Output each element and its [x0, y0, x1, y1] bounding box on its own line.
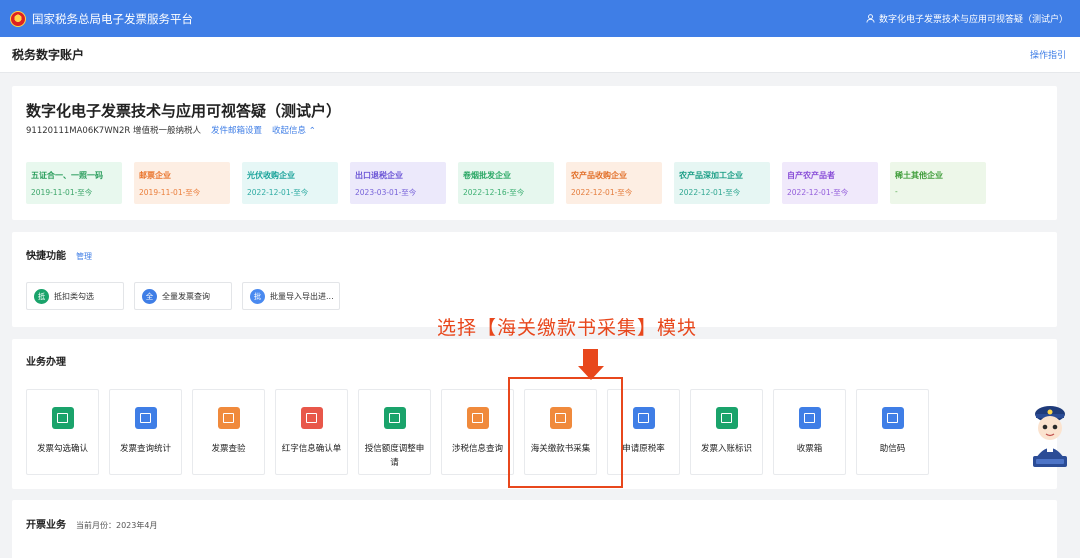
- business-item[interactable]: 助信码: [856, 389, 929, 475]
- invoicing-title: 开票业务: [26, 520, 66, 531]
- qualification-tag: 光伏收购企业 2022-12-01-至今: [242, 162, 338, 204]
- tax-info-icon: [466, 407, 489, 429]
- tag-name: 邮票企业: [139, 171, 171, 180]
- quick-functions-list: 抵抵扣类勾选全全量发票查询批批量导入导出进...: [26, 282, 340, 310]
- check-invoice-icon: [51, 407, 74, 429]
- qualification-tag: 自产农产品者 2022-12-01-至今: [782, 162, 878, 204]
- guide-link[interactable]: 操作指引: [1030, 48, 1066, 61]
- quick-functions-title: 快捷功能: [26, 251, 66, 262]
- inbox-icon: [798, 407, 821, 429]
- tag-name: 稀土其他企业: [895, 171, 943, 180]
- qualification-tag: 卷烟批发企业 2022-12-16-至今: [458, 162, 554, 204]
- qualification-tags: 五证合一、一照一码 2019-11-01-至今 邮票企业 2019-11-01-至今光…: [26, 162, 986, 204]
- annotation-arrow-shaft: [583, 349, 598, 366]
- business-header: 业务办理: [26, 353, 66, 368]
- tag-name: 出口退税企业: [355, 171, 403, 180]
- qr-code-icon: [881, 407, 904, 429]
- tag-date: 2022-12-16-至今: [463, 188, 525, 197]
- qualification-tag: 邮票企业 2019-11-01-至今: [134, 162, 230, 204]
- business-item-label: 发票勾选确认: [36, 444, 88, 454]
- business-item-label: 红字信息确认单: [281, 444, 342, 454]
- business-item[interactable]: 发票查验: [192, 389, 265, 475]
- tag-date: 2019-11-01-至今: [31, 188, 93, 197]
- quick-function-icon: 抵: [34, 288, 49, 304]
- chevron-up-icon: ⌃: [308, 126, 316, 136]
- business-item-label: 涉税信息查询: [451, 444, 503, 454]
- quick-function-icon: 全: [142, 288, 157, 304]
- quick-function-label: 全量发票查询: [162, 291, 210, 301]
- business-item-label: 收票箱: [796, 444, 823, 454]
- tax-emblem-icon: [10, 10, 26, 27]
- tag-name: 自产农产品者: [787, 171, 835, 180]
- company-meta: 91120111MA06K7WN2R 增值税一般纳税人 发件邮箱设置 收起信息 …: [26, 124, 316, 136]
- tax-id: 91120111MA06K7WN2R 增值税一般纳税人: [26, 126, 201, 136]
- top-bar: 国家税务总局电子发票服务平台 数字化电子发票技术与应用可视答疑（测试户）: [0, 0, 1080, 37]
- user-name: 数字化电子发票技术与应用可视答疑（测试户）: [878, 15, 1068, 25]
- business-item[interactable]: 红字信息确认单: [275, 389, 348, 475]
- business-item-label: 授信额度调整申请: [364, 444, 425, 468]
- credit-adjust-icon: [383, 407, 406, 429]
- verify-invoice-icon: [217, 407, 240, 429]
- tag-date: 2022-12-01-至今: [247, 188, 309, 197]
- quick-function-label: 批量导入导出进...: [270, 291, 334, 301]
- tag-name: 农产品深加工企业: [679, 171, 743, 180]
- instruction-annotation: 选择【海关缴款书采集】模块: [437, 317, 698, 339]
- quick-function-icon: 批: [250, 288, 265, 304]
- red-letter-icon: [300, 407, 323, 429]
- tag-date: 2019-11-01-至今: [139, 188, 201, 197]
- user-icon: [866, 14, 875, 23]
- business-item[interactable]: 授信额度调整申请: [358, 389, 431, 475]
- qualification-tag: 农产品深加工企业 2022-12-01-至今: [674, 162, 770, 204]
- highlight-box: [508, 377, 623, 488]
- email-settings-link[interactable]: 发件邮箱设置: [211, 124, 262, 136]
- business-item[interactable]: 发票查询统计: [109, 389, 182, 475]
- business-item[interactable]: 收票箱: [773, 389, 846, 475]
- entry-mark-icon: [715, 407, 738, 429]
- tag-date: 2022-12-01-至今: [571, 188, 633, 197]
- tax-assistant-avatar[interactable]: [1028, 400, 1072, 468]
- business-item-label: 助信码: [879, 444, 906, 454]
- business-item-label: 发票查询统计: [119, 444, 171, 454]
- business-item-label: 发票查验: [211, 444, 246, 454]
- company-card: 数字化电子发票技术与应用可视答疑（测试户） 91120111MA06K7WN2R…: [12, 86, 1057, 220]
- invoicing-card: 开票业务 当前月份：2023年4月: [12, 500, 1057, 558]
- search-invoice-icon: [134, 407, 157, 429]
- tag-date: -: [895, 187, 898, 196]
- qualification-tag: 农产品收购企业 2022-12-01-至今: [566, 162, 662, 204]
- quick-function-label: 抵扣类勾选: [54, 291, 94, 301]
- page-title: 税务数字账户: [12, 48, 85, 62]
- business-list: 发票勾选确认 发票查询统计 发票查验 红字信息确认单 授信额度调整申请 涉税信息查询 海关缴…: [26, 389, 929, 475]
- business-item[interactable]: 发票勾选确认: [26, 389, 99, 475]
- sub-header: 税务数字账户 操作指引: [0, 37, 1080, 73]
- tag-name: 五证合一、一照一码: [31, 171, 103, 180]
- quick-function-button[interactable]: 批批量导入导出进...: [242, 282, 340, 310]
- user-menu[interactable]: 数字化电子发票技术与应用可视答疑（测试户）: [866, 12, 1068, 25]
- qualification-tag: 出口退税企业 2023-03-01-至今: [350, 162, 446, 204]
- quick-functions-header: 快捷功能 管理: [26, 247, 92, 262]
- tag-date: 2023-03-01-至今: [355, 188, 417, 197]
- qualification-tag: 五证合一、一照一码 2019-11-01-至今: [26, 162, 122, 204]
- tag-name: 农产品收购企业: [571, 171, 627, 180]
- business-title: 业务办理: [26, 357, 66, 368]
- tag-name: 光伏收购企业: [247, 171, 295, 180]
- current-month: 当前月份：2023年4月: [76, 521, 158, 530]
- apply-rate-icon: [632, 407, 655, 429]
- tag-date: 2022-12-01-至今: [787, 188, 849, 197]
- collapse-info-label: 收起信息: [272, 126, 307, 136]
- quick-function-button[interactable]: 全全量发票查询: [134, 282, 232, 310]
- business-item-label: 发票入账标识: [700, 444, 752, 454]
- business-item-label: 申请原税率: [622, 444, 665, 454]
- company-name: 数字化电子发票技术与应用可视答疑（测试户）: [26, 102, 342, 120]
- invoicing-header: 开票业务 当前月份：2023年4月: [26, 516, 157, 531]
- brand[interactable]: 国家税务总局电子发票服务平台: [10, 10, 193, 27]
- quick-function-button[interactable]: 抵抵扣类勾选: [26, 282, 124, 310]
- collapse-info-link[interactable]: 收起信息 ⌃: [272, 124, 316, 136]
- manage-link[interactable]: 管理: [76, 251, 92, 262]
- tag-name: 卷烟批发企业: [463, 171, 511, 180]
- qualification-tag: 稀土其他企业 -: [890, 162, 986, 204]
- tag-date: 2022-12-01-至今: [679, 188, 741, 197]
- platform-title: 国家税务总局电子发票服务平台: [32, 11, 193, 26]
- business-item[interactable]: 涉税信息查询: [441, 389, 514, 475]
- business-item[interactable]: 发票入账标识: [690, 389, 763, 475]
